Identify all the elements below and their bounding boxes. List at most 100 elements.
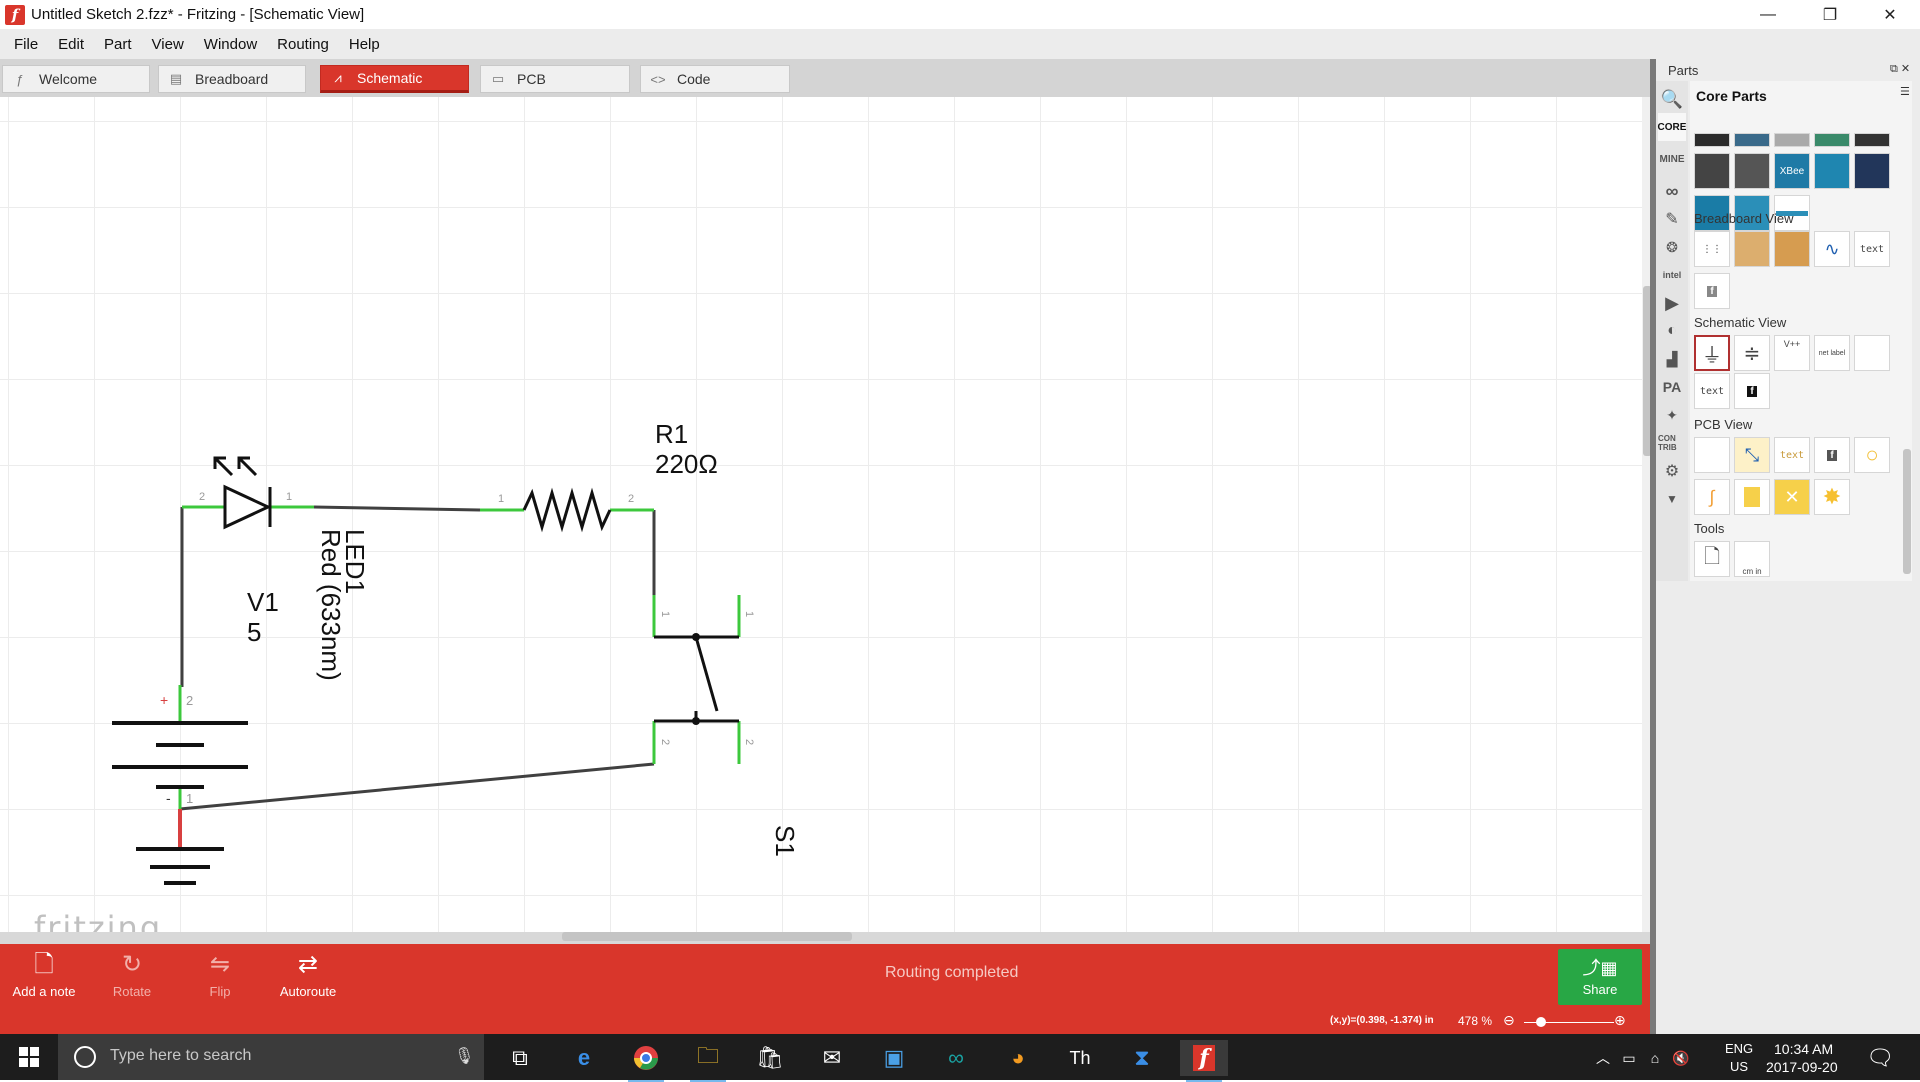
part-item-pcb-logo[interactable]: f	[1814, 437, 1850, 473]
menu-file[interactable]: File	[4, 36, 48, 53]
switch-symbol[interactable]	[654, 635, 739, 723]
gear-bin-icon[interactable]: ⚙	[1658, 457, 1686, 485]
menu-routing[interactable]: Routing	[267, 36, 339, 53]
part-item-schematic-text[interactable]: text	[1694, 373, 1730, 409]
part-item-pcb-text[interactable]: text	[1774, 437, 1810, 473]
zoom-in-icon[interactable]: ⊕	[1614, 1012, 1626, 1029]
taskbar-search[interactable]: Type here to search 🎙	[58, 1034, 484, 1080]
parts-search-icon[interactable]: 🔍	[1658, 85, 1686, 113]
menu-part[interactable]: Part	[94, 36, 142, 53]
part-item-schematic-logo[interactable]: f	[1734, 373, 1770, 409]
zoom-out-icon[interactable]: ⊖	[1503, 1012, 1515, 1029]
part-item[interactable]	[1694, 133, 1730, 147]
part-item-text[interactable]: text	[1854, 231, 1890, 267]
resistor-name-label[interactable]: R1	[655, 419, 688, 449]
snapdragon-bin-icon[interactable]: ◐	[1658, 317, 1686, 345]
minimize-button[interactable]: —	[1738, 0, 1798, 29]
play-bin-icon[interactable]: ▶	[1658, 289, 1686, 317]
part-item[interactable]	[1694, 437, 1730, 473]
autoroute-button[interactable]: ⇄ Autoroute	[264, 950, 352, 1006]
restore-button[interactable]: ❐	[1800, 0, 1860, 29]
bin-mine[interactable]: MINE	[1658, 145, 1686, 173]
close-button[interactable]: ✕	[1860, 0, 1920, 29]
part-item-hole[interactable]: ○	[1854, 437, 1890, 473]
part-item-frame[interactable]	[1854, 335, 1890, 371]
arduino-bin-icon[interactable]: ∞	[1658, 177, 1686, 205]
factory-bin-icon[interactable]: ▟	[1658, 345, 1686, 373]
app-icon-orange[interactable]: ◕	[994, 1040, 1042, 1076]
part-item[interactable]	[1734, 133, 1770, 147]
part-item[interactable]	[1774, 133, 1810, 147]
start-button[interactable]	[0, 1034, 58, 1080]
panel-float-close-icon[interactable]: ⧉ ✕	[1890, 62, 1910, 76]
chrome-icon[interactable]	[622, 1040, 670, 1082]
app-icon-blue[interactable]: ▣	[870, 1040, 918, 1076]
tab-schematic[interactable]: ⩘ Schematic	[320, 65, 469, 93]
part-item[interactable]	[1694, 153, 1730, 189]
menu-help[interactable]: Help	[339, 36, 390, 53]
part-item[interactable]: ✸	[1814, 479, 1850, 515]
part-item[interactable]	[1814, 153, 1850, 189]
fritzing-taskbar-icon[interactable]: f	[1180, 1040, 1228, 1082]
battery-value-label[interactable]: 5	[247, 617, 261, 647]
task-view-icon[interactable]: ⧉	[496, 1040, 544, 1076]
input-language[interactable]: ENG	[1725, 1041, 1753, 1056]
wire-switch-battery[interactable]	[179, 762, 655, 811]
part-item[interactable]	[1814, 133, 1850, 147]
part-item-xbee[interactable]: XBee	[1774, 153, 1810, 189]
tab-welcome[interactable]: ƒ Welcome	[2, 65, 150, 93]
microphone-icon[interactable]: 🎙	[454, 1046, 474, 1066]
part-item[interactable]	[1774, 231, 1810, 267]
edge-icon[interactable]: e	[560, 1040, 608, 1076]
scroll-down-icon[interactable]: ▼	[1658, 485, 1686, 513]
part-item-ground[interactable]: ⏚	[1694, 335, 1730, 371]
share-button[interactable]: ⤴▦ Share	[1558, 949, 1642, 1005]
tab-breadboard[interactable]: ▤ Breadboard	[158, 65, 306, 93]
part-item-vcc[interactable]: V++	[1774, 335, 1810, 371]
store-icon[interactable]: 🛍	[746, 1040, 794, 1076]
part-item[interactable]	[1734, 153, 1770, 189]
bin-menu-icon[interactable]: ☰	[1900, 85, 1910, 98]
part-item[interactable]	[1854, 153, 1890, 189]
part-item-net-label[interactable]: net label	[1814, 335, 1850, 371]
contrib2-bin-icon[interactable]: ✦	[1658, 401, 1686, 429]
part-item[interactable]: ∫	[1694, 479, 1730, 515]
tab-code[interactable]: <> Code	[640, 65, 790, 93]
clock-date[interactable]: 2017-09-20	[1766, 1059, 1838, 1075]
flip-button[interactable]: ⇋ Flip	[176, 950, 264, 1006]
action-center-icon[interactable]: 🗨	[1856, 1040, 1904, 1076]
battery-symbol[interactable]	[112, 721, 248, 789]
contrib-bin-icon[interactable]: ✎	[1658, 205, 1686, 233]
contrib-bin[interactable]: CON TRIB	[1658, 429, 1686, 457]
input-region[interactable]: US	[1730, 1059, 1748, 1074]
part-item[interactable]	[1734, 479, 1770, 515]
rotate-button[interactable]: ↻ Rotate	[88, 950, 176, 1006]
add-note-button[interactable]: 🗋 Add a note	[0, 950, 88, 1006]
zoom-slider-handle[interactable]	[1536, 1017, 1546, 1027]
schematic-canvas[interactable]: 2 1 1 2 2 1 1 1 2 2 + - R1 220Ω V1 5 LED…	[0, 97, 1642, 932]
wire-led-resistor[interactable]	[313, 505, 481, 512]
battery-name-label[interactable]: V1	[247, 587, 279, 617]
part-item[interactable]: ✕	[1774, 479, 1810, 515]
part-item[interactable]	[1854, 133, 1890, 147]
part-item[interactable]: ⋮⋮	[1694, 231, 1730, 267]
part-item-fritzing-logo[interactable]: f	[1694, 273, 1730, 309]
part-item[interactable]: ⤡	[1734, 437, 1770, 473]
menu-edit[interactable]: Edit	[48, 36, 94, 53]
seeed-bin-icon[interactable]: ❂	[1658, 233, 1686, 261]
switch-name-label[interactable]: S1	[770, 825, 800, 857]
part-item-ruler[interactable]: cm in	[1734, 541, 1770, 577]
canvas-horizontal-scroll-thumb[interactable]	[562, 932, 852, 941]
intel-bin-icon[interactable]: intel	[1658, 261, 1686, 289]
resistor-value-label[interactable]: 220Ω	[655, 449, 718, 479]
led-symbol[interactable]	[213, 456, 272, 530]
app-icon-th[interactable]: Th	[1056, 1040, 1104, 1076]
menu-window[interactable]: Window	[194, 36, 267, 53]
part-item-dc-power[interactable]: ≑	[1734, 335, 1770, 371]
part-item[interactable]	[1734, 231, 1770, 267]
file-explorer-icon[interactable]: 🗀	[684, 1040, 732, 1082]
menu-view[interactable]: View	[142, 36, 194, 53]
clock-time[interactable]: 10:34 AM	[1774, 1041, 1833, 1057]
ground-symbol[interactable]	[136, 847, 224, 885]
volume-muted-icon[interactable]: 🔇	[1666, 1040, 1696, 1076]
